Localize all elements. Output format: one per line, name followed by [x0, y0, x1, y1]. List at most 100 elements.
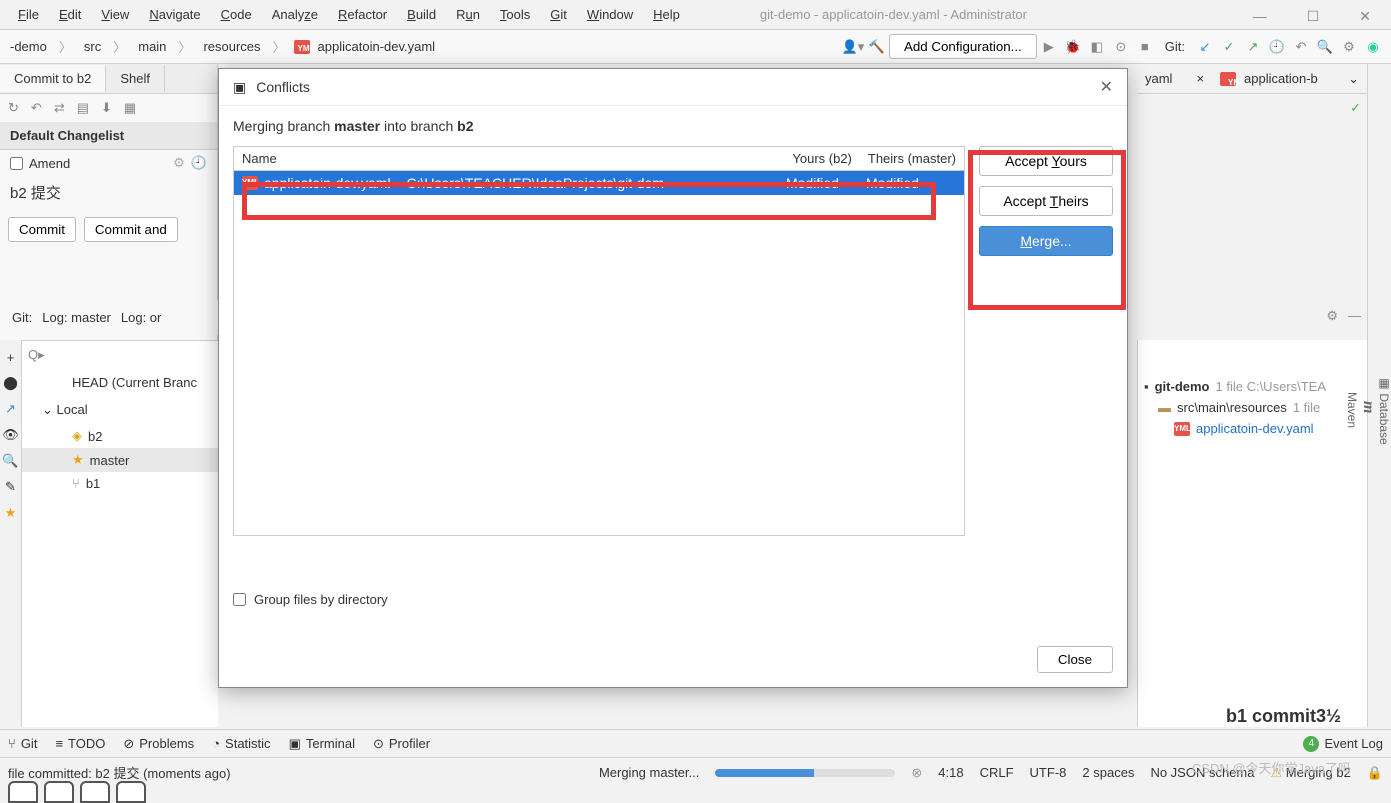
git-push-icon[interactable]: ↗: [1241, 39, 1265, 55]
tab-event-log[interactable]: 4 Event Log: [1303, 736, 1383, 752]
shelve-icon[interactable]: ⬇: [101, 100, 112, 116]
local-label[interactable]: ⌄ Local: [22, 396, 218, 424]
branch-master[interactable]: ★master: [22, 448, 218, 472]
lock-icon[interactable]: 🔒: [1367, 765, 1383, 781]
status-bar: file committed: b2 提交 (moments ago) Merg…: [0, 757, 1391, 787]
accept-theirs-button[interactable]: Accept Theirs: [979, 186, 1113, 216]
maximize-icon[interactable]: ☐: [1297, 4, 1330, 29]
user-icon[interactable]: 👤▾: [841, 39, 865, 55]
status-position[interactable]: 4:18: [938, 765, 963, 780]
tab-commit[interactable]: Commit to b2: [0, 65, 106, 92]
close-button[interactable]: Close: [1037, 646, 1113, 673]
group-icon[interactable]: ▦: [124, 100, 136, 116]
crumb-src[interactable]: src: [80, 37, 105, 56]
crumb-demo[interactable]: -demo: [6, 37, 51, 56]
tab-git[interactable]: ⑂ Git: [8, 736, 37, 751]
menu-run[interactable]: Run: [446, 3, 490, 26]
col-name[interactable]: Name: [234, 147, 784, 170]
debug-icon[interactable]: 🐞: [1061, 39, 1085, 55]
gear-icon[interactable]: ⚙: [1326, 308, 1338, 324]
jetbrains-icon[interactable]: ◉: [1361, 39, 1385, 55]
tab-log-other[interactable]: Log: or: [121, 310, 161, 325]
menu-help[interactable]: Help: [643, 3, 690, 26]
tab-shelf[interactable]: Shelf: [106, 65, 165, 92]
search-icon[interactable]: 🔍: [1313, 39, 1337, 55]
commit-and-button[interactable]: Commit and: [84, 217, 178, 242]
minimize-icon[interactable]: —: [1243, 4, 1277, 29]
crumb-file[interactable]: applicatoin-dev.yaml: [314, 37, 440, 56]
status-indent[interactable]: 2 spaces: [1082, 765, 1134, 780]
menu-file[interactable]: FFileile: [8, 3, 49, 26]
crumb-main[interactable]: main: [134, 37, 170, 56]
menu-view[interactable]: View: [91, 3, 139, 26]
progress-bar: [715, 769, 895, 777]
head-label[interactable]: HEAD (Current Branc: [22, 369, 218, 396]
diff-icon[interactable]: ⇄: [54, 100, 65, 116]
merge-button[interactable]: Merge...: [979, 226, 1113, 256]
status-crlf[interactable]: CRLF: [980, 765, 1014, 780]
database-tab[interactable]: ▦ Database: [1377, 94, 1391, 727]
crumb-resources[interactable]: resources: [199, 37, 264, 56]
coverage-icon[interactable]: ◧: [1085, 39, 1109, 55]
status-commit-msg: file committed: b2 提交 (moments ago): [8, 763, 231, 782]
yaml-icon: YML: [1174, 422, 1190, 436]
col-yours[interactable]: Yours (b2): [784, 147, 860, 170]
git-update-icon[interactable]: ↙: [1193, 39, 1217, 55]
rollback-icon[interactable]: ↶: [31, 100, 42, 116]
edit-icon[interactable]: ✎: [5, 479, 16, 495]
eye-icon[interactable]: 👁: [2, 427, 19, 443]
conflict-row[interactable]: YML applicatoin-dev.yaml C:\Users\TEACHE…: [234, 171, 964, 195]
branch-b1[interactable]: ⑂b1: [22, 472, 218, 495]
git-rollback-icon[interactable]: ↶: [1289, 39, 1313, 55]
group-checkbox[interactable]: [233, 593, 246, 606]
add-configuration-button[interactable]: Add Configuration...: [889, 34, 1037, 59]
tab-statistic[interactable]: ◔ Statistic: [212, 736, 270, 751]
menu-git[interactable]: Git: [540, 3, 577, 26]
menu-tools[interactable]: Tools: [490, 3, 540, 26]
accept-yours-button[interactable]: Accept Yours: [979, 146, 1113, 176]
settings-icon[interactable]: ⚙: [1337, 39, 1361, 55]
tab-terminal[interactable]: ▣ Terminal: [289, 736, 355, 752]
cherry-icon[interactable]: ⬤: [3, 375, 18, 391]
stop-icon[interactable]: ■: [1133, 39, 1157, 54]
search2-icon[interactable]: 🔍: [2, 453, 18, 469]
tab-yaml[interactable]: yaml: [1137, 67, 1180, 90]
menu-code[interactable]: Code: [211, 3, 262, 26]
tab-todo[interactable]: ≡ TODO: [55, 736, 105, 751]
gear-icon[interactable]: ⚙: [173, 155, 185, 171]
amend-checkbox[interactable]: [10, 157, 23, 170]
menu-refactor[interactable]: Refactor: [328, 3, 397, 26]
folder-icon: ▪: [1144, 379, 1149, 394]
filter-icon[interactable]: Q▸: [28, 347, 45, 362]
hammer-icon[interactable]: 🔨: [865, 39, 889, 55]
default-changelist-header[interactable]: Default Changelist: [0, 122, 217, 150]
profile-icon[interactable]: ⊙: [1109, 39, 1133, 55]
menu-build[interactable]: Build: [397, 3, 446, 26]
tab-problems[interactable]: ⊘ Problems: [123, 736, 194, 752]
close-icon[interactable]: ✕: [1349, 4, 1381, 29]
menu-navigate[interactable]: Navigate: [139, 3, 210, 26]
refresh-icon[interactable]: ↻: [8, 100, 19, 116]
menu-analyze[interactable]: Analyze: [262, 3, 328, 26]
tab-profiler[interactable]: ⊙ Profiler: [373, 736, 430, 752]
git-history-icon[interactable]: 🕘: [1265, 39, 1289, 55]
menu-edit[interactable]: Edit: [49, 3, 91, 26]
add-icon[interactable]: +: [7, 350, 15, 365]
cancel-progress-icon[interactable]: ⊗: [911, 765, 922, 781]
changelist-icon[interactable]: ▤: [77, 100, 89, 116]
tab-application[interactable]: application-b: [1236, 67, 1326, 90]
history-icon[interactable]: 🕘: [191, 155, 207, 171]
dialog-close-icon[interactable]: ✕: [1100, 77, 1113, 97]
run-icon[interactable]: ▶: [1037, 39, 1061, 55]
star-icon[interactable]: ★: [5, 505, 17, 521]
arrow-icon[interactable]: ↗: [5, 401, 16, 417]
git-commit-icon[interactable]: ✓: [1217, 39, 1241, 55]
commit-button[interactable]: Commit: [8, 217, 76, 242]
maven-tab[interactable]: Maven: [1345, 94, 1359, 727]
status-encoding[interactable]: UTF-8: [1030, 765, 1067, 780]
branch-b2[interactable]: ◈b2: [22, 424, 218, 448]
menu-window[interactable]: Window: [577, 3, 643, 26]
tab-log-master[interactable]: Log: master: [42, 310, 111, 325]
col-theirs[interactable]: Theirs (master): [860, 147, 964, 170]
file-link[interactable]: applicatoin-dev.yaml: [1196, 421, 1314, 436]
